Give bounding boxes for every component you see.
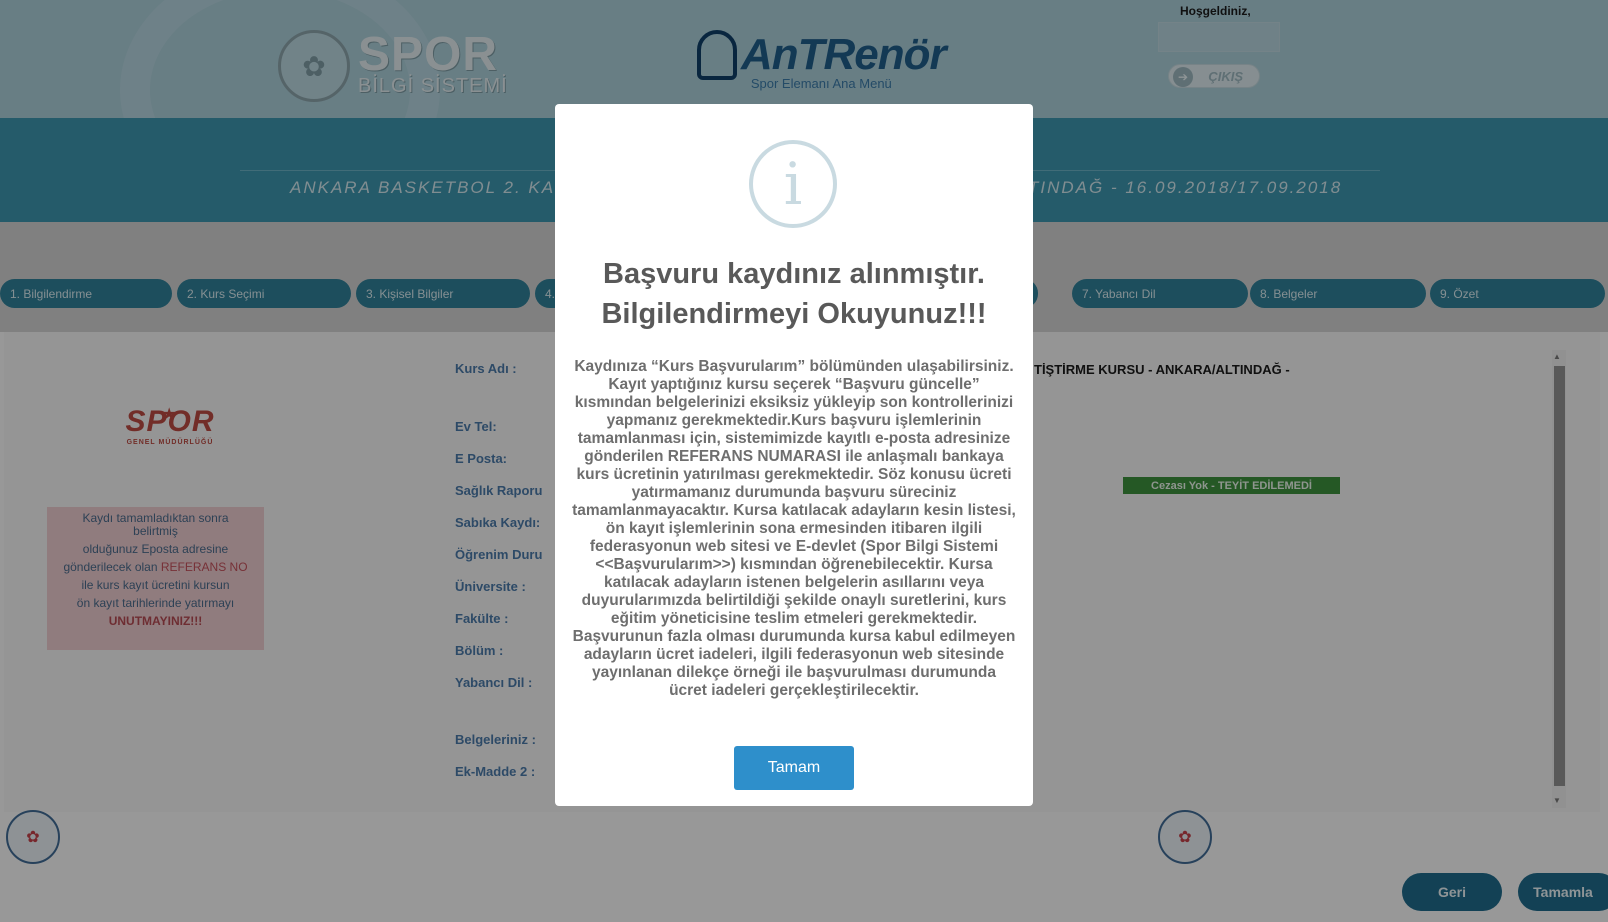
info-dialog: i Başvuru kaydınız alınmıştır. Bilgilend… (555, 104, 1033, 806)
ok-button[interactable]: Tamam (734, 746, 854, 790)
dialog-body: Kaydınıza “Kurs Başvurularım” bölümünden… (572, 358, 1016, 699)
info-icon: i (749, 140, 837, 228)
dialog-title: Başvuru kaydınız alınmıştır. Bilgilendir… (601, 258, 987, 330)
